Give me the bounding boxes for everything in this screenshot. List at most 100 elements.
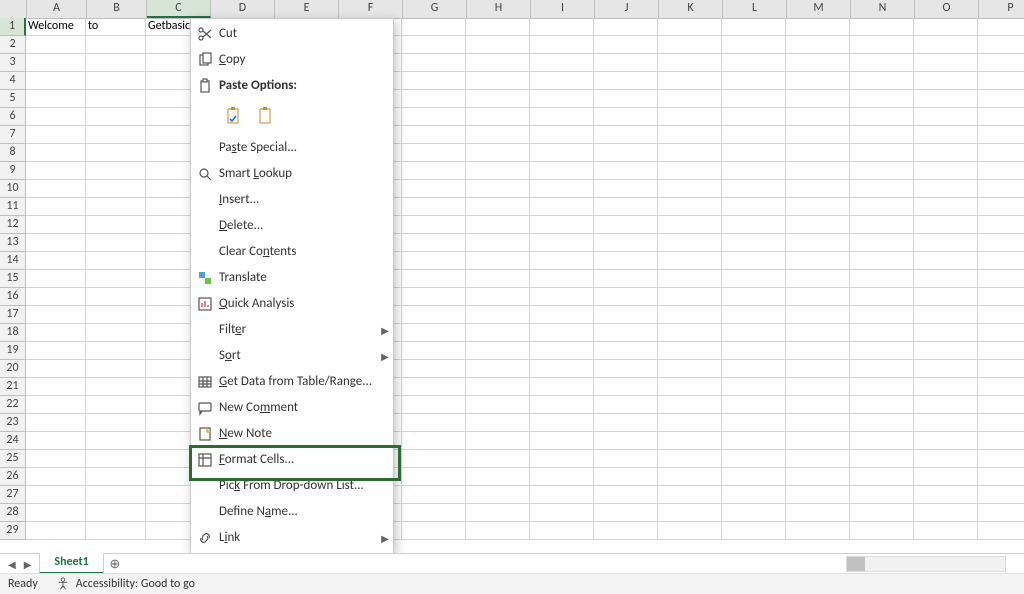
cell[interactable] xyxy=(786,126,850,144)
cell[interactable] xyxy=(786,486,850,504)
cell[interactable] xyxy=(722,396,786,414)
cell[interactable] xyxy=(914,72,978,90)
cell[interactable] xyxy=(402,360,466,378)
cell[interactable] xyxy=(786,324,850,342)
cell[interactable] xyxy=(466,126,530,144)
column-header-B[interactable]: B xyxy=(87,0,147,18)
cell[interactable] xyxy=(978,216,1024,234)
paste-option-paste-clipboard[interactable] xyxy=(221,103,247,129)
column-header-I[interactable]: I xyxy=(531,0,595,18)
menu-item-pick_list[interactable]: Pick From Drop-down List... xyxy=(191,473,393,499)
cell[interactable] xyxy=(26,450,86,468)
cell[interactable] xyxy=(26,72,86,90)
cell[interactable] xyxy=(530,468,594,486)
row-header-18[interactable]: 18 xyxy=(0,324,26,342)
cell[interactable] xyxy=(26,504,86,522)
cell[interactable] xyxy=(914,234,978,252)
cell[interactable] xyxy=(978,18,1024,36)
cell[interactable] xyxy=(786,18,850,36)
cell[interactable] xyxy=(86,180,146,198)
cell[interactable] xyxy=(594,522,658,540)
column-header-F[interactable]: F xyxy=(339,0,403,18)
cell[interactable] xyxy=(466,414,530,432)
column-header-G[interactable]: G xyxy=(403,0,467,18)
cell[interactable] xyxy=(402,234,466,252)
cell-B1[interactable]: to xyxy=(86,18,146,36)
cell[interactable] xyxy=(26,108,86,126)
cell[interactable] xyxy=(402,504,466,522)
menu-item-quick_analysis[interactable]: Quick Analysis xyxy=(191,291,393,317)
horizontal-scrollbar[interactable] xyxy=(846,554,1024,574)
cell[interactable] xyxy=(594,180,658,198)
cell[interactable] xyxy=(594,324,658,342)
column-header-P[interactable]: P xyxy=(979,0,1024,18)
column-header-A[interactable]: A xyxy=(27,0,87,18)
cell[interactable] xyxy=(530,234,594,252)
cell[interactable] xyxy=(466,90,530,108)
cell[interactable] xyxy=(26,54,86,72)
cell[interactable] xyxy=(914,432,978,450)
cell[interactable] xyxy=(914,288,978,306)
cell[interactable] xyxy=(722,486,786,504)
cell[interactable] xyxy=(594,414,658,432)
cell[interactable] xyxy=(530,90,594,108)
cell[interactable] xyxy=(86,36,146,54)
cell[interactable] xyxy=(914,108,978,126)
cell[interactable] xyxy=(26,486,86,504)
cell[interactable] xyxy=(978,126,1024,144)
cell[interactable] xyxy=(658,90,722,108)
cell[interactable] xyxy=(978,360,1024,378)
cell[interactable] xyxy=(914,396,978,414)
cell[interactable] xyxy=(850,54,914,72)
cell[interactable] xyxy=(594,72,658,90)
cell[interactable] xyxy=(594,36,658,54)
cell[interactable] xyxy=(722,504,786,522)
cell[interactable] xyxy=(530,450,594,468)
cell[interactable] xyxy=(914,342,978,360)
cell[interactable] xyxy=(86,378,146,396)
menu-item-translate[interactable]: Translate xyxy=(191,265,393,291)
cell[interactable] xyxy=(978,270,1024,288)
row-header-1[interactable]: 1 xyxy=(0,18,26,36)
row-header-13[interactable]: 13 xyxy=(0,234,26,252)
cell[interactable] xyxy=(402,342,466,360)
cell[interactable] xyxy=(978,72,1024,90)
cell[interactable] xyxy=(86,450,146,468)
cell[interactable] xyxy=(26,396,86,414)
cell[interactable] xyxy=(850,414,914,432)
cell[interactable] xyxy=(850,396,914,414)
cell[interactable] xyxy=(86,396,146,414)
row-header-24[interactable]: 24 xyxy=(0,432,26,450)
cell[interactable] xyxy=(402,72,466,90)
cell[interactable] xyxy=(466,180,530,198)
cell[interactable] xyxy=(722,90,786,108)
cell[interactable] xyxy=(658,504,722,522)
cell[interactable] xyxy=(722,72,786,90)
cell[interactable] xyxy=(658,324,722,342)
cell[interactable] xyxy=(722,144,786,162)
column-header-L[interactable]: L xyxy=(723,0,787,18)
cell[interactable] xyxy=(26,324,86,342)
cell[interactable] xyxy=(594,108,658,126)
cell[interactable] xyxy=(594,270,658,288)
cell[interactable] xyxy=(402,450,466,468)
cell[interactable] xyxy=(26,36,86,54)
cell[interactable] xyxy=(978,198,1024,216)
cell[interactable] xyxy=(914,216,978,234)
cell[interactable] xyxy=(850,450,914,468)
cell[interactable] xyxy=(594,468,658,486)
row-header-8[interactable]: 8 xyxy=(0,144,26,162)
cell[interactable] xyxy=(466,36,530,54)
cell[interactable] xyxy=(786,504,850,522)
cell[interactable] xyxy=(978,486,1024,504)
cell[interactable] xyxy=(914,450,978,468)
cell[interactable] xyxy=(658,36,722,54)
cell[interactable] xyxy=(26,468,86,486)
row-header-11[interactable]: 11 xyxy=(0,198,26,216)
cell[interactable] xyxy=(978,288,1024,306)
cell[interactable] xyxy=(978,90,1024,108)
cell[interactable] xyxy=(658,162,722,180)
cell[interactable] xyxy=(86,306,146,324)
cell[interactable] xyxy=(402,306,466,324)
cell[interactable] xyxy=(722,288,786,306)
